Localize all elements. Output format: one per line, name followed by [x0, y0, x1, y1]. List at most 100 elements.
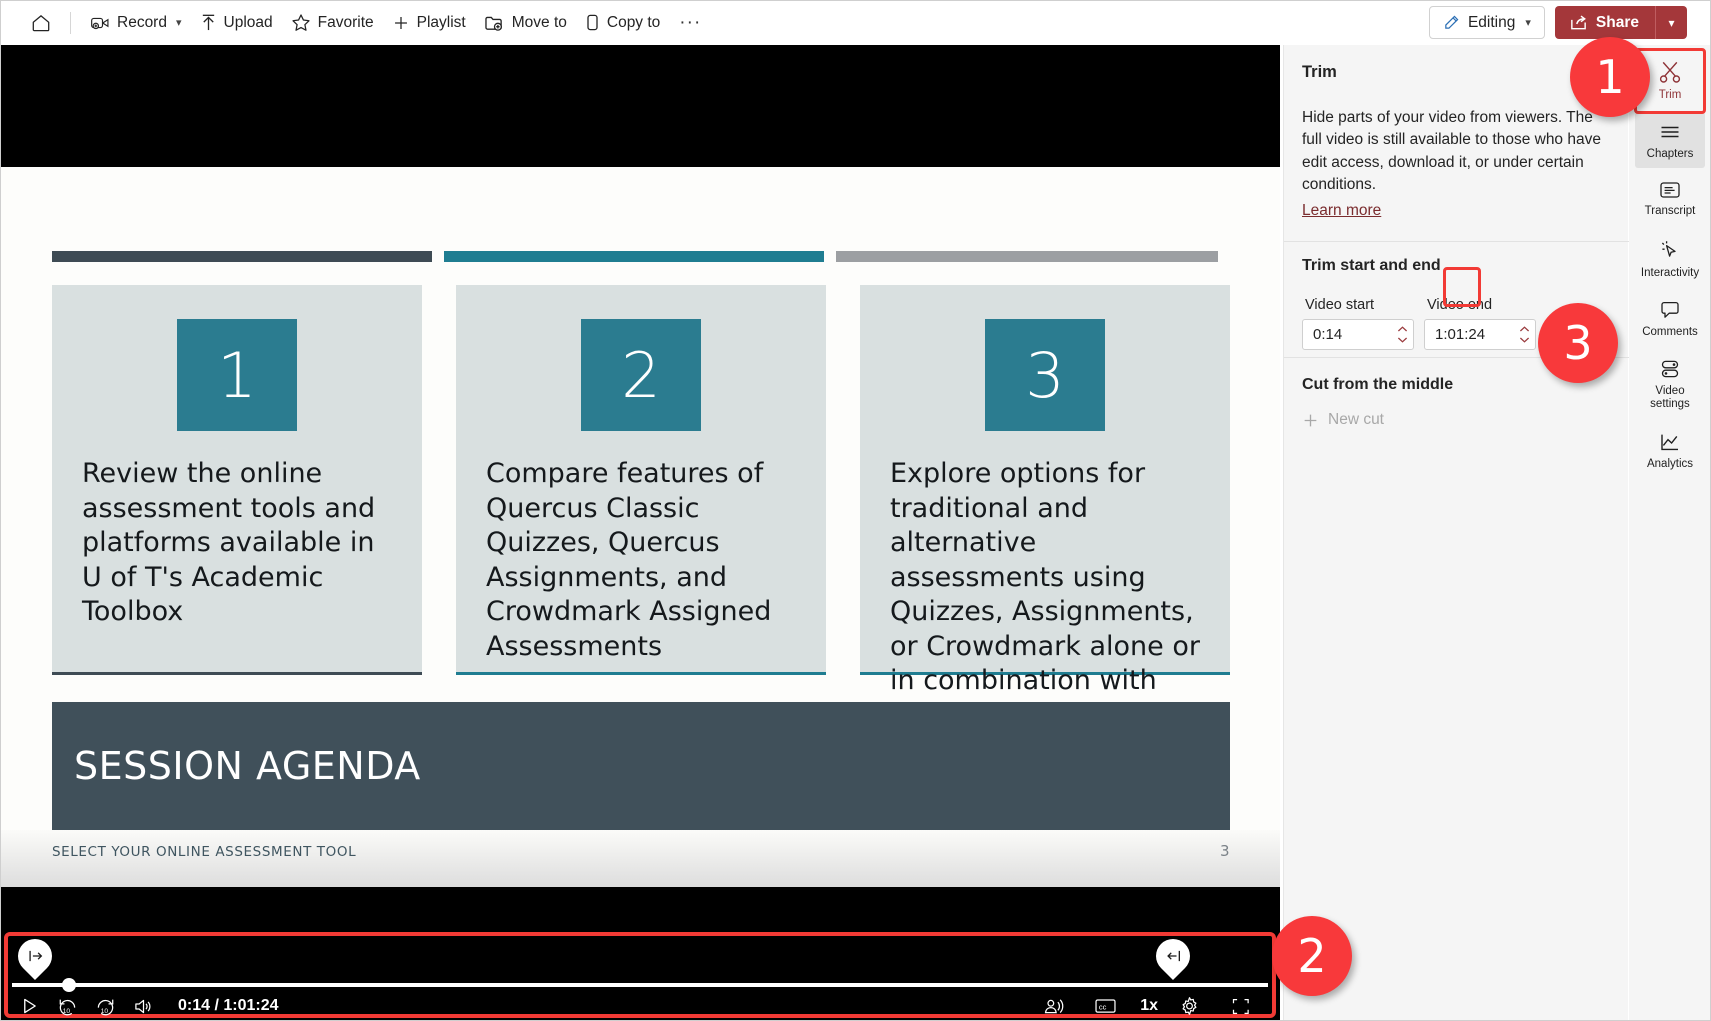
step-badge-3: 3	[1538, 303, 1618, 383]
svg-text:10: 10	[100, 1008, 108, 1015]
player-right-controls: cc 1x	[1036, 993, 1268, 1019]
forward-10-icon[interactable]: 10	[88, 993, 122, 1019]
rail-2	[444, 251, 824, 262]
video-stage[interactable]: 1 Review the online assessment tools and…	[0, 45, 1280, 1021]
chevron-down-icon[interactable]: ▾	[1525, 16, 1531, 29]
video-start-value: 0:14	[1313, 326, 1343, 343]
step-badge-2: 2	[1272, 916, 1352, 996]
chapters-icon	[1661, 126, 1679, 138]
trim-end-handle[interactable]	[1148, 931, 1198, 981]
progress-knob[interactable]	[62, 978, 76, 992]
svg-text:10: 10	[62, 1008, 70, 1015]
copy-to-label: Copy to	[606, 13, 661, 31]
sidebar-item-label: Analytics	[1646, 457, 1694, 470]
command-bar: Record ▾ Upload Favorite Playlist Move t…	[0, 0, 1711, 45]
sidebar-item-video-settings[interactable]: Video settings	[1635, 349, 1705, 418]
sidebar-item-transcript[interactable]: Transcript	[1635, 171, 1705, 225]
video-frame-slide: 1 Review the online assessment tools and…	[0, 167, 1280, 887]
home-icon[interactable]	[22, 7, 60, 39]
cursor-sparkle-icon	[1661, 240, 1676, 257]
progress-track[interactable]	[12, 983, 1268, 987]
copy-to-button[interactable]: Copy to	[576, 7, 669, 39]
toggles-icon	[1661, 360, 1679, 378]
step-badge-1: 1	[1570, 37, 1650, 117]
agenda-card: 1 Review the online assessment tools and…	[52, 285, 422, 675]
video-end-field: Video end 1:01:24	[1424, 297, 1536, 350]
rail-3	[836, 251, 1218, 262]
sidebar-item-label: Chapters	[1646, 148, 1694, 161]
editor-tool-rail: Trim Chapters Transcript Interactivity C…	[1629, 45, 1711, 1021]
chevron-down-icon[interactable]: ▾	[176, 16, 182, 29]
slide-page-number: 3	[1220, 842, 1230, 860]
card-text: Compare features of Quercus Classic Quiz…	[486, 458, 772, 662]
playlist-button[interactable]: Playlist	[383, 7, 475, 39]
stream-video-editor: Record ▾ Upload Favorite Playlist Move t…	[0, 0, 1711, 1021]
svg-text:cc: cc	[1099, 1002, 1107, 1011]
move-to-button[interactable]: Move to	[475, 7, 576, 39]
slide-accent-rails	[52, 251, 1230, 262]
sidebar-item-label: Transcript	[1644, 205, 1696, 218]
favorite-button[interactable]: Favorite	[282, 7, 383, 39]
panel-title: Trim	[1302, 63, 1337, 81]
stepper-arrows[interactable]	[1396, 325, 1409, 344]
trim-start-handle[interactable]	[10, 931, 60, 981]
scissors-icon	[1659, 61, 1681, 83]
card-number: 3	[985, 319, 1105, 431]
trim-properties-panel: Trim Hide parts of your video from viewe…	[1283, 45, 1629, 1021]
move-to-label: Move to	[511, 13, 567, 31]
panel-description-text: Hide parts of your video from viewers. T…	[1302, 109, 1601, 194]
slide-footer: SELECT YOUR ONLINE ASSESSMENT TOOL 3	[0, 830, 1280, 887]
record-button[interactable]: Record ▾	[81, 7, 191, 39]
card-number: 2	[581, 319, 701, 431]
transcript-icon	[1660, 182, 1680, 199]
new-cut-button[interactable]: New cut	[1302, 411, 1384, 429]
new-cut-label: New cut	[1328, 411, 1384, 428]
editing-mode-button[interactable]: Editing ▾	[1428, 6, 1545, 39]
video-end-label: Video end	[1427, 297, 1493, 313]
share-button[interactable]: Share	[1554, 6, 1655, 39]
closed-captions-icon[interactable]: cc	[1088, 993, 1122, 1019]
video-player-controls: 10 10 0:14 / 1:01:24 cc 1x	[0, 887, 1280, 1021]
sidebar-item-chapters[interactable]: Chapters	[1635, 112, 1705, 169]
slide-title-band: SESSION AGENDA	[52, 702, 1230, 830]
rail-1	[52, 251, 432, 262]
editing-label: Editing	[1467, 13, 1516, 31]
sidebar-item-interactivity[interactable]: Interactivity	[1635, 229, 1705, 287]
more-options-button[interactable]: ···	[669, 7, 711, 39]
sidebar-item-label: Trim	[1658, 89, 1682, 101]
video-start-input[interactable]: 0:14	[1302, 319, 1414, 350]
plus-icon	[1304, 414, 1317, 426]
playlist-label: Playlist	[416, 13, 466, 31]
playback-speed-button[interactable]: 1x	[1140, 997, 1158, 1015]
slide-footer-text: SELECT YOUR ONLINE ASSESSMENT TOOL	[52, 844, 357, 860]
upload-label: Upload	[223, 13, 273, 31]
slide-title: SESSION AGENDA	[74, 744, 421, 788]
card-text: Review the online assessment tools and p…	[82, 458, 376, 628]
video-start-field: Video start 0:14	[1302, 297, 1414, 350]
noise-suppression-icon[interactable]	[1036, 993, 1070, 1019]
rewind-10-icon[interactable]: 10	[50, 993, 84, 1019]
share-button-group: Share ▾	[1554, 6, 1687, 39]
letterbox-top	[0, 45, 1280, 167]
progress-bar[interactable]	[12, 978, 1268, 992]
analytics-chart-icon	[1661, 434, 1678, 450]
panel-description: Hide parts of your video from viewers. T…	[1302, 107, 1602, 222]
agenda-cards: 1 Review the online assessment tools and…	[52, 285, 1230, 731]
sidebar-item-label: Comments	[1642, 325, 1698, 338]
video-timeline[interactable]	[10, 931, 1268, 981]
sidebar-item-comments[interactable]: Comments	[1635, 290, 1705, 346]
learn-more-link[interactable]: Learn more	[1302, 200, 1381, 222]
video-start-label: Video start	[1305, 297, 1375, 313]
volume-icon[interactable]	[126, 993, 160, 1019]
video-end-input[interactable]: 1:01:24	[1424, 319, 1536, 350]
settings-gear-icon[interactable]	[1172, 993, 1206, 1019]
favorite-label: Favorite	[317, 13, 374, 31]
video-end-value: 1:01:24	[1435, 326, 1486, 343]
sidebar-item-analytics[interactable]: Analytics	[1635, 422, 1705, 478]
fullscreen-icon[interactable]	[1224, 993, 1258, 1019]
play-icon[interactable]	[12, 993, 46, 1019]
share-dropdown-button[interactable]: ▾	[1655, 6, 1687, 39]
stepper-arrows[interactable]	[1518, 325, 1531, 344]
toolbar-divider	[70, 11, 71, 34]
upload-button[interactable]: Upload	[191, 7, 282, 39]
